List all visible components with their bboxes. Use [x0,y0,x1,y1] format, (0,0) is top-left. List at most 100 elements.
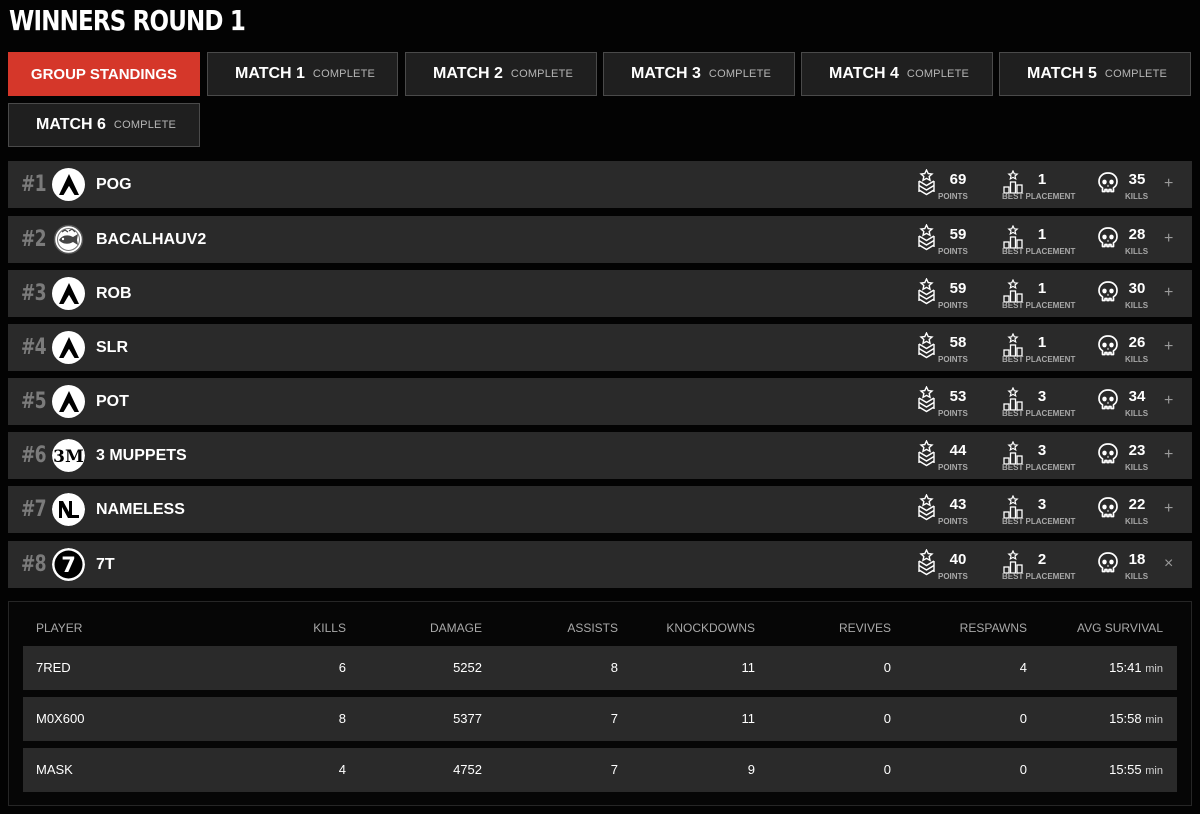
player-revives: 0 [883,711,891,726]
team-kills: 28 [1128,226,1146,243]
kills-label: KILLS [1125,192,1149,201]
team-best-placement: 1 [1037,334,1047,351]
tab-match-3[interactable]: MATCH 3 COMPLETE [603,52,795,96]
team-points: 44 [949,442,967,459]
expand-toggle-button[interactable]: + [1164,378,1173,425]
team-logo-icon [52,493,85,526]
team-row[interactable]: #1 POG 69 POINTS 1 BEST PLACEMENT 35 KILLS + [8,161,1192,208]
tab-match-6[interactable]: MATCH 6 COMPLETE [8,103,200,147]
team-rank: #1 [21,172,47,197]
team-rank: #2 [21,227,47,252]
team-rank: #3 [21,281,47,306]
team-row[interactable]: #5 POT 53 POINTS 3 BEST PLACEMENT 34 KILLS + [8,378,1192,425]
tab-status: COMPLETE [113,119,177,131]
team-row[interactable]: #2 BACALHAUV2 59 POINTS 1 BEST PLACEMENT 28 KIL… [8,216,1192,263]
tab-group-standings[interactable]: GROUP STANDINGS [8,52,200,96]
team-points: 59 [949,226,967,243]
best-placement-label: BEST PLACEMENT [1002,409,1076,418]
tab-label: MATCH 4 [829,65,899,82]
team-name: 3 MUPPETS [96,447,187,464]
player-damage: 5252 [453,660,482,675]
team-best-placement: 1 [1037,280,1047,297]
player-revives: 0 [883,660,891,675]
team-name: ROB [96,285,132,302]
expand-toggle-button[interactable]: + [1164,324,1173,371]
team-row[interactable]: #6 3M 3 MUPPETS 44 POINTS 3 BEST PLACEMENT 23 KI… [8,432,1192,479]
tab-label: MATCH 3 [631,65,701,82]
player-damage: 5377 [453,711,482,726]
team-points: 58 [949,334,967,351]
player-row: 7RED 6 5252 8 11 0 4 15:41 min [23,646,1177,690]
skull-icon [1097,334,1119,363]
kills-label: KILLS [1125,355,1149,364]
col-header-knockdowns: KNOCKDOWNS [666,621,755,635]
expand-toggle-button[interactable]: + [1164,432,1173,479]
skull-icon [1097,442,1119,471]
tab-label: GROUP STANDINGS [30,65,178,83]
team-points: 53 [949,388,967,405]
best-placement-label: BEST PLACEMENT [1002,192,1076,201]
team-kills: 26 [1128,334,1146,351]
team-name: NAMELESS [96,501,185,518]
team-row[interactable]: #7 NAMELESS 43 POINTS 3 BEST PLACEMENT 22 KILLS… [8,486,1192,533]
team-kills: 30 [1128,280,1146,297]
points-label: POINTS [938,192,968,201]
tab-match-2[interactable]: MATCH 2 COMPLETE [405,52,597,96]
col-header-revives: REVIVES [838,621,891,635]
player-respawns: 0 [1019,762,1027,777]
points-label: POINTS [938,247,968,256]
team-name: BACALHAUV2 [96,231,207,248]
team-logo-icon [52,277,85,310]
survival-time: 15:58 [1109,711,1142,726]
medal-icon [917,493,936,528]
col-header-assists: ASSISTS [567,621,618,635]
medal-icon [917,223,936,258]
survival-unit: min [1145,663,1163,675]
tab-label: MATCH 6 [36,116,106,133]
col-header-kills: KILLS [313,621,346,635]
tab-match-5[interactable]: MATCH 5 COMPLETE [999,52,1191,96]
kills-label: KILLS [1125,247,1149,256]
team-row[interactable]: #4 SLR 58 POINTS 1 BEST PLACEMENT 26 KILLS + [8,324,1192,371]
tab-status: COMPLETE [312,68,376,80]
team-points: 69 [949,171,967,188]
medal-icon [917,548,936,583]
player-name: 7RED [36,660,71,675]
expand-toggle-button[interactable]: × [1164,541,1173,588]
kills-label: KILLS [1125,463,1149,472]
medal-icon [917,168,936,203]
medal-icon [917,385,936,420]
player-avg-survival: 15:55 min [1043,748,1163,792]
expand-toggle-button[interactable]: + [1164,161,1173,208]
col-header-player: PLAYER [36,621,83,635]
medal-icon [917,439,936,474]
expand-toggle-button[interactable]: + [1164,270,1173,317]
team-points: 40 [949,551,967,568]
tab-label: MATCH 5 [1027,65,1097,82]
best-placement-label: BEST PLACEMENT [1002,572,1076,581]
player-row: M0X600 8 5377 7 11 0 0 15:58 min [23,697,1177,741]
player-revives: 0 [883,762,891,777]
player-knockdowns: 11 [741,711,756,726]
team-best-placement: 2 [1037,551,1047,568]
tab-status: COMPLETE [906,68,970,80]
survival-time: 15:41 [1109,660,1142,675]
team-rank: #8 [21,552,47,577]
team-kills: 18 [1128,551,1146,568]
expand-toggle-button[interactable]: + [1164,486,1173,533]
expand-toggle-button[interactable]: + [1164,216,1173,263]
team-row[interactable]: #3 ROB 59 POINTS 1 BEST PLACEMENT 30 KILLS + [8,270,1192,317]
team-kills: 23 [1128,442,1146,459]
player-assists: 7 [610,711,618,726]
team-best-placement: 1 [1037,226,1047,243]
skull-icon [1097,226,1119,255]
tab-match-1[interactable]: MATCH 1 COMPLETE [207,52,398,96]
points-label: POINTS [938,355,968,364]
team-points: 59 [949,280,967,297]
team-name: POG [96,176,132,193]
team-row[interactable]: #8 7 7T 40 POINTS 2 BEST PLACEMENT 18 KILLS × [8,541,1192,588]
best-placement-label: BEST PLACEMENT [1002,517,1076,526]
tab-match-4[interactable]: MATCH 4 COMPLETE [801,52,993,96]
team-logo-icon [52,223,85,256]
team-best-placement: 3 [1037,388,1047,405]
